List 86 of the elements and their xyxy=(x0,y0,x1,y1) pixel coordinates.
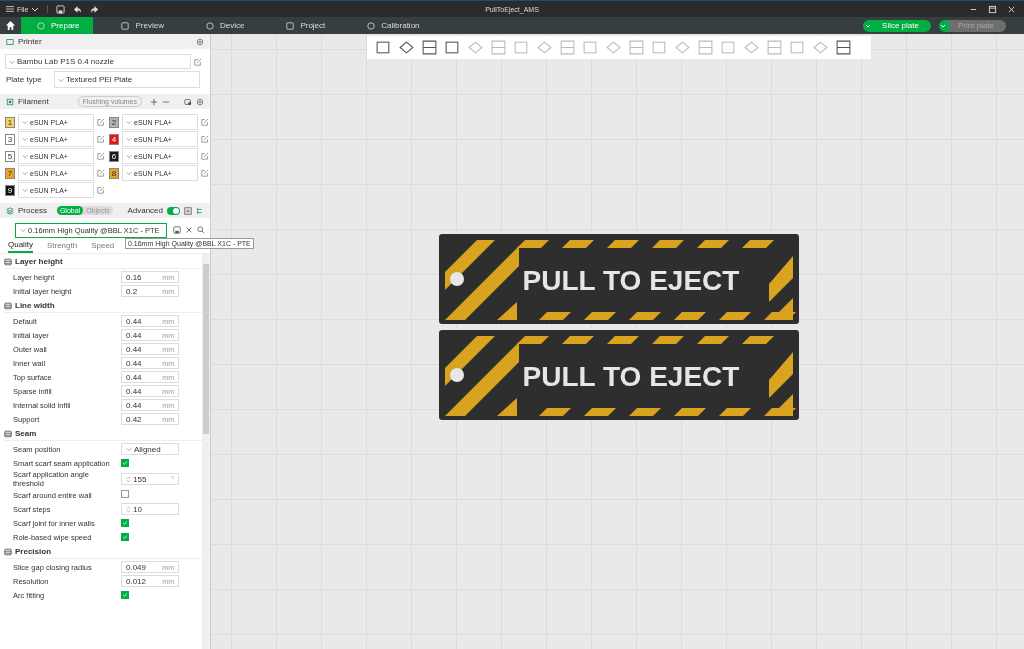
settings-icon[interactable] xyxy=(196,97,204,106)
advanced-switch[interactable] xyxy=(167,206,180,215)
plate-type-label: Plate type xyxy=(5,75,43,84)
scrollbar[interactable] xyxy=(202,254,210,649)
home-icon[interactable] xyxy=(5,20,16,31)
chevron-icon xyxy=(126,170,132,176)
close-icon[interactable] xyxy=(185,226,193,234)
printer-icon xyxy=(6,37,14,46)
section-icon xyxy=(4,429,12,438)
section-icon xyxy=(4,547,12,556)
chevron-icon xyxy=(20,227,26,233)
edit-icon[interactable] xyxy=(97,135,105,143)
edit-icon[interactable] xyxy=(97,118,105,126)
keychain-drawing[interactable] xyxy=(439,234,799,324)
section-icon xyxy=(4,301,12,310)
model-text: PULL TO EJECT xyxy=(522,361,740,392)
checkbox[interactable] xyxy=(121,458,129,467)
edit-icon[interactable] xyxy=(97,186,105,194)
save-icon[interactable] xyxy=(173,226,181,234)
main-tab[interactable]: Preview xyxy=(107,17,178,34)
checkbox[interactable] xyxy=(121,590,129,599)
spin-icon[interactable] xyxy=(126,474,131,484)
slot-number[interactable]: 5 xyxy=(5,150,15,162)
section-title: Precision xyxy=(15,547,51,556)
section-title: Line width xyxy=(15,301,55,310)
edit-icon[interactable] xyxy=(201,118,209,126)
keychain-drawing[interactable] xyxy=(439,330,799,420)
chevron-icon xyxy=(9,58,15,65)
checkbox[interactable] xyxy=(121,532,129,541)
maximize-icon[interactable] xyxy=(988,4,997,14)
chevron-icon xyxy=(22,136,28,142)
spin-field[interactable]: 10 xyxy=(121,503,179,515)
dropdown-button[interactable] xyxy=(938,19,949,32)
printer-select[interactable]: Bambu Lab P1S 0.4 nozzle xyxy=(5,54,191,69)
edit-icon[interactable] xyxy=(97,169,105,177)
section-title: Filament xyxy=(18,97,49,106)
slot-number[interactable]: 3 xyxy=(5,133,15,145)
chevron-icon xyxy=(22,153,28,159)
chevron-icon xyxy=(22,119,28,125)
main-tab[interactable]: Project xyxy=(272,17,340,34)
caret-icon xyxy=(31,5,40,13)
search-icon[interactable] xyxy=(197,226,205,234)
main-tab[interactable]: Device xyxy=(191,17,259,34)
checkbox[interactable] xyxy=(121,490,129,498)
model-text: PULL TO EJECT xyxy=(522,265,740,296)
seam-select[interactable]: Aligned xyxy=(121,443,179,455)
slot-number[interactable]: 4 xyxy=(109,133,119,145)
undo-icon[interactable] xyxy=(73,4,83,14)
slot-number[interactable]: 1 xyxy=(5,116,15,128)
tree-icon[interactable] xyxy=(196,206,204,215)
section-title: Layer height xyxy=(15,257,63,266)
chevron-icon xyxy=(126,446,132,452)
edit-icon[interactable] xyxy=(194,57,202,66)
settings-tab[interactable]: Strength xyxy=(46,240,78,253)
chevron-icon xyxy=(58,76,64,83)
checkbox[interactable] xyxy=(121,518,129,527)
menu-icon xyxy=(6,5,14,13)
slot-number[interactable]: 9 xyxy=(5,184,15,196)
filament-icon xyxy=(6,97,14,106)
spin-icon[interactable] xyxy=(126,504,131,514)
chevron-icon xyxy=(22,187,28,193)
chevron-icon xyxy=(126,153,132,159)
edit-icon[interactable] xyxy=(201,135,209,143)
add-icon[interactable] xyxy=(150,97,158,106)
chevron-icon xyxy=(22,170,28,176)
section-icon xyxy=(4,257,12,266)
chevron-icon xyxy=(126,136,132,142)
settings-tab[interactable]: Speed xyxy=(91,240,115,253)
advanced-label: Advanced xyxy=(127,206,163,215)
main-tab[interactable]: Calibration xyxy=(353,17,434,34)
slot-number[interactable]: 6 xyxy=(109,150,119,162)
section-title: Process xyxy=(18,206,47,215)
section-title: Seam xyxy=(15,429,37,438)
settings-tab[interactable]: Quality xyxy=(8,240,33,253)
slot-number[interactable]: 7 xyxy=(5,167,15,179)
chevron-icon xyxy=(126,119,132,125)
edit-icon[interactable] xyxy=(97,152,105,160)
plate-type-select[interactable]: Textured PEI Plate xyxy=(54,71,200,88)
slot-number[interactable]: 2 xyxy=(109,116,119,128)
redo-icon[interactable] xyxy=(90,4,100,14)
section-title: Printer xyxy=(18,37,42,46)
edit-icon[interactable] xyxy=(201,169,209,177)
sync-icon[interactable] xyxy=(184,97,192,106)
settings-icon[interactable] xyxy=(196,37,204,46)
edit-icon[interactable] xyxy=(201,152,209,160)
slot-number[interactable]: 8 xyxy=(109,167,119,179)
